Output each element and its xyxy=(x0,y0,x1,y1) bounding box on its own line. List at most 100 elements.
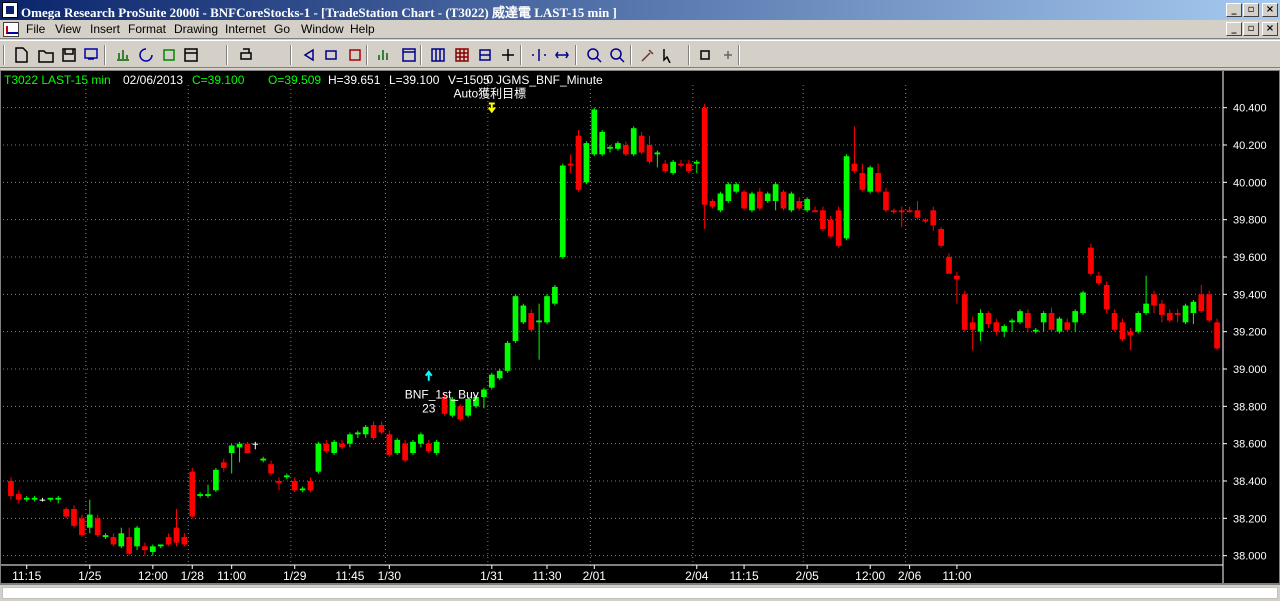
print-preview-icon[interactable] xyxy=(80,45,102,65)
status-close: C=39.100 xyxy=(192,73,245,87)
menu-format[interactable]: Format xyxy=(128,22,166,36)
menu-insert[interactable]: Insert xyxy=(90,22,120,36)
candle-body xyxy=(946,257,952,274)
document-icon[interactable] xyxy=(3,22,19,37)
forward-icon[interactable] xyxy=(321,45,343,65)
y-tick-label: 38.200 xyxy=(1233,513,1267,525)
y-tick-label: 39.200 xyxy=(1233,327,1267,339)
candle-body xyxy=(630,128,637,155)
insert-icon[interactable] xyxy=(180,45,202,65)
candle-body xyxy=(1127,331,1134,336)
table-icon[interactable] xyxy=(451,45,473,65)
candle-body xyxy=(323,443,330,452)
zoom-in-icon[interactable] xyxy=(583,45,605,65)
y-tick-label: 40.400 xyxy=(1233,103,1267,115)
candle-body xyxy=(922,219,929,222)
candle-body xyxy=(851,163,858,172)
candle-body xyxy=(94,518,101,536)
candle-body xyxy=(142,546,148,551)
horizontal-scrollbar[interactable] xyxy=(0,584,1280,601)
candle-body xyxy=(906,210,913,213)
format-icon[interactable] xyxy=(344,45,366,65)
doc-restore-icon[interactable]: ▫ xyxy=(1243,22,1259,36)
candle-body xyxy=(559,165,566,257)
scrollbar-thumb[interactable] xyxy=(2,587,1278,599)
maximize-icon[interactable]: ▫ xyxy=(1243,3,1259,17)
candle-body xyxy=(1025,313,1031,328)
candle-body xyxy=(567,163,574,166)
save-icon[interactable] xyxy=(58,45,80,65)
candle-body xyxy=(1135,313,1142,332)
candle-body xyxy=(1182,305,1189,323)
zoom-out-icon[interactable] xyxy=(606,45,628,65)
pointer-icon[interactable] xyxy=(657,45,679,65)
candle-body xyxy=(670,161,676,173)
menu-file[interactable]: File xyxy=(26,22,45,36)
toolbar-separator xyxy=(520,45,522,65)
candle-body xyxy=(969,322,976,330)
candle-body xyxy=(488,374,495,388)
close-icon[interactable]: × xyxy=(1262,3,1278,17)
ticker-icon[interactable] xyxy=(474,45,496,65)
menu-internet[interactable]: Internet xyxy=(225,22,266,36)
grid-icon[interactable] xyxy=(427,45,449,65)
hand-icon[interactable] xyxy=(717,45,739,65)
candle-body xyxy=(157,544,164,547)
candle-body xyxy=(891,210,897,213)
candle-body xyxy=(772,184,779,201)
entry-arrow-icon xyxy=(424,370,433,381)
candle-body xyxy=(386,434,393,455)
doc-minimize-icon[interactable]: _ xyxy=(1226,22,1242,36)
status-date: 02/06/2013 xyxy=(123,73,183,87)
candle-body xyxy=(410,441,416,453)
refresh-icon[interactable] xyxy=(135,45,157,65)
x-tick-label: 11:00 xyxy=(217,569,246,583)
candle-body xyxy=(165,537,172,545)
chart-canvas[interactable]: 0Auto獲利目標BNF_1st_Buy23 40.40040.20040.00… xyxy=(1,71,1279,583)
candle-series xyxy=(8,103,1220,556)
y-tick-label: 39.600 xyxy=(1233,252,1267,264)
candle-body xyxy=(1064,322,1071,330)
zoom-scroll-icon[interactable] xyxy=(528,45,550,65)
tools-icon[interactable] xyxy=(637,45,659,65)
doc-close-icon[interactable]: × xyxy=(1262,22,1278,36)
candle-body xyxy=(39,499,46,501)
menu-drawing[interactable]: Drawing xyxy=(174,22,218,36)
minimize-icon[interactable]: _ xyxy=(1226,3,1242,17)
candle-body xyxy=(764,193,771,201)
status-line: T3022 LAST-15 min 02/06/2013 C=39.100 O=… xyxy=(4,73,603,87)
candle-body xyxy=(331,441,337,453)
entry-signal-label: BNF_1st_Buy xyxy=(405,388,479,402)
g-icon[interactable] xyxy=(694,45,716,65)
x-tick-label: 11:15 xyxy=(730,569,759,583)
app-icon[interactable] xyxy=(2,2,18,18)
chart-icon[interactable] xyxy=(112,45,134,65)
candle-body xyxy=(276,481,282,483)
candle-body xyxy=(425,443,432,452)
candle-body xyxy=(307,481,314,491)
candle-body xyxy=(662,163,669,172)
candle-body xyxy=(820,210,826,229)
candle-body xyxy=(693,161,700,164)
candle-body xyxy=(268,464,274,474)
bar-chart-icon[interactable] xyxy=(373,45,395,65)
green-icon[interactable] xyxy=(158,45,180,65)
price-chart[interactable]: 0 Auto獲利目標 BNF_1st_Buy 23 40.400 40.200 40.00… xyxy=(0,70,1280,584)
new-file-icon[interactable] xyxy=(11,45,33,65)
strategy-icon[interactable] xyxy=(497,45,519,65)
menu-help[interactable]: Help xyxy=(350,22,375,36)
open-folder-icon[interactable] xyxy=(35,45,57,65)
x-tick-label: 12:00 xyxy=(138,569,168,583)
print-icon[interactable] xyxy=(235,45,257,65)
menu-view[interactable]: View xyxy=(55,22,81,36)
candle-body xyxy=(615,143,621,149)
expand-icon[interactable] xyxy=(551,45,573,65)
candle-body xyxy=(827,219,834,237)
candle-body xyxy=(1166,313,1173,321)
menu-window[interactable]: Window xyxy=(301,22,344,36)
candle-body xyxy=(1143,303,1149,313)
window-icon[interactable] xyxy=(398,45,420,65)
menu-go[interactable]: Go xyxy=(274,22,290,36)
candle-body xyxy=(173,527,180,543)
back-icon[interactable] xyxy=(298,45,320,65)
